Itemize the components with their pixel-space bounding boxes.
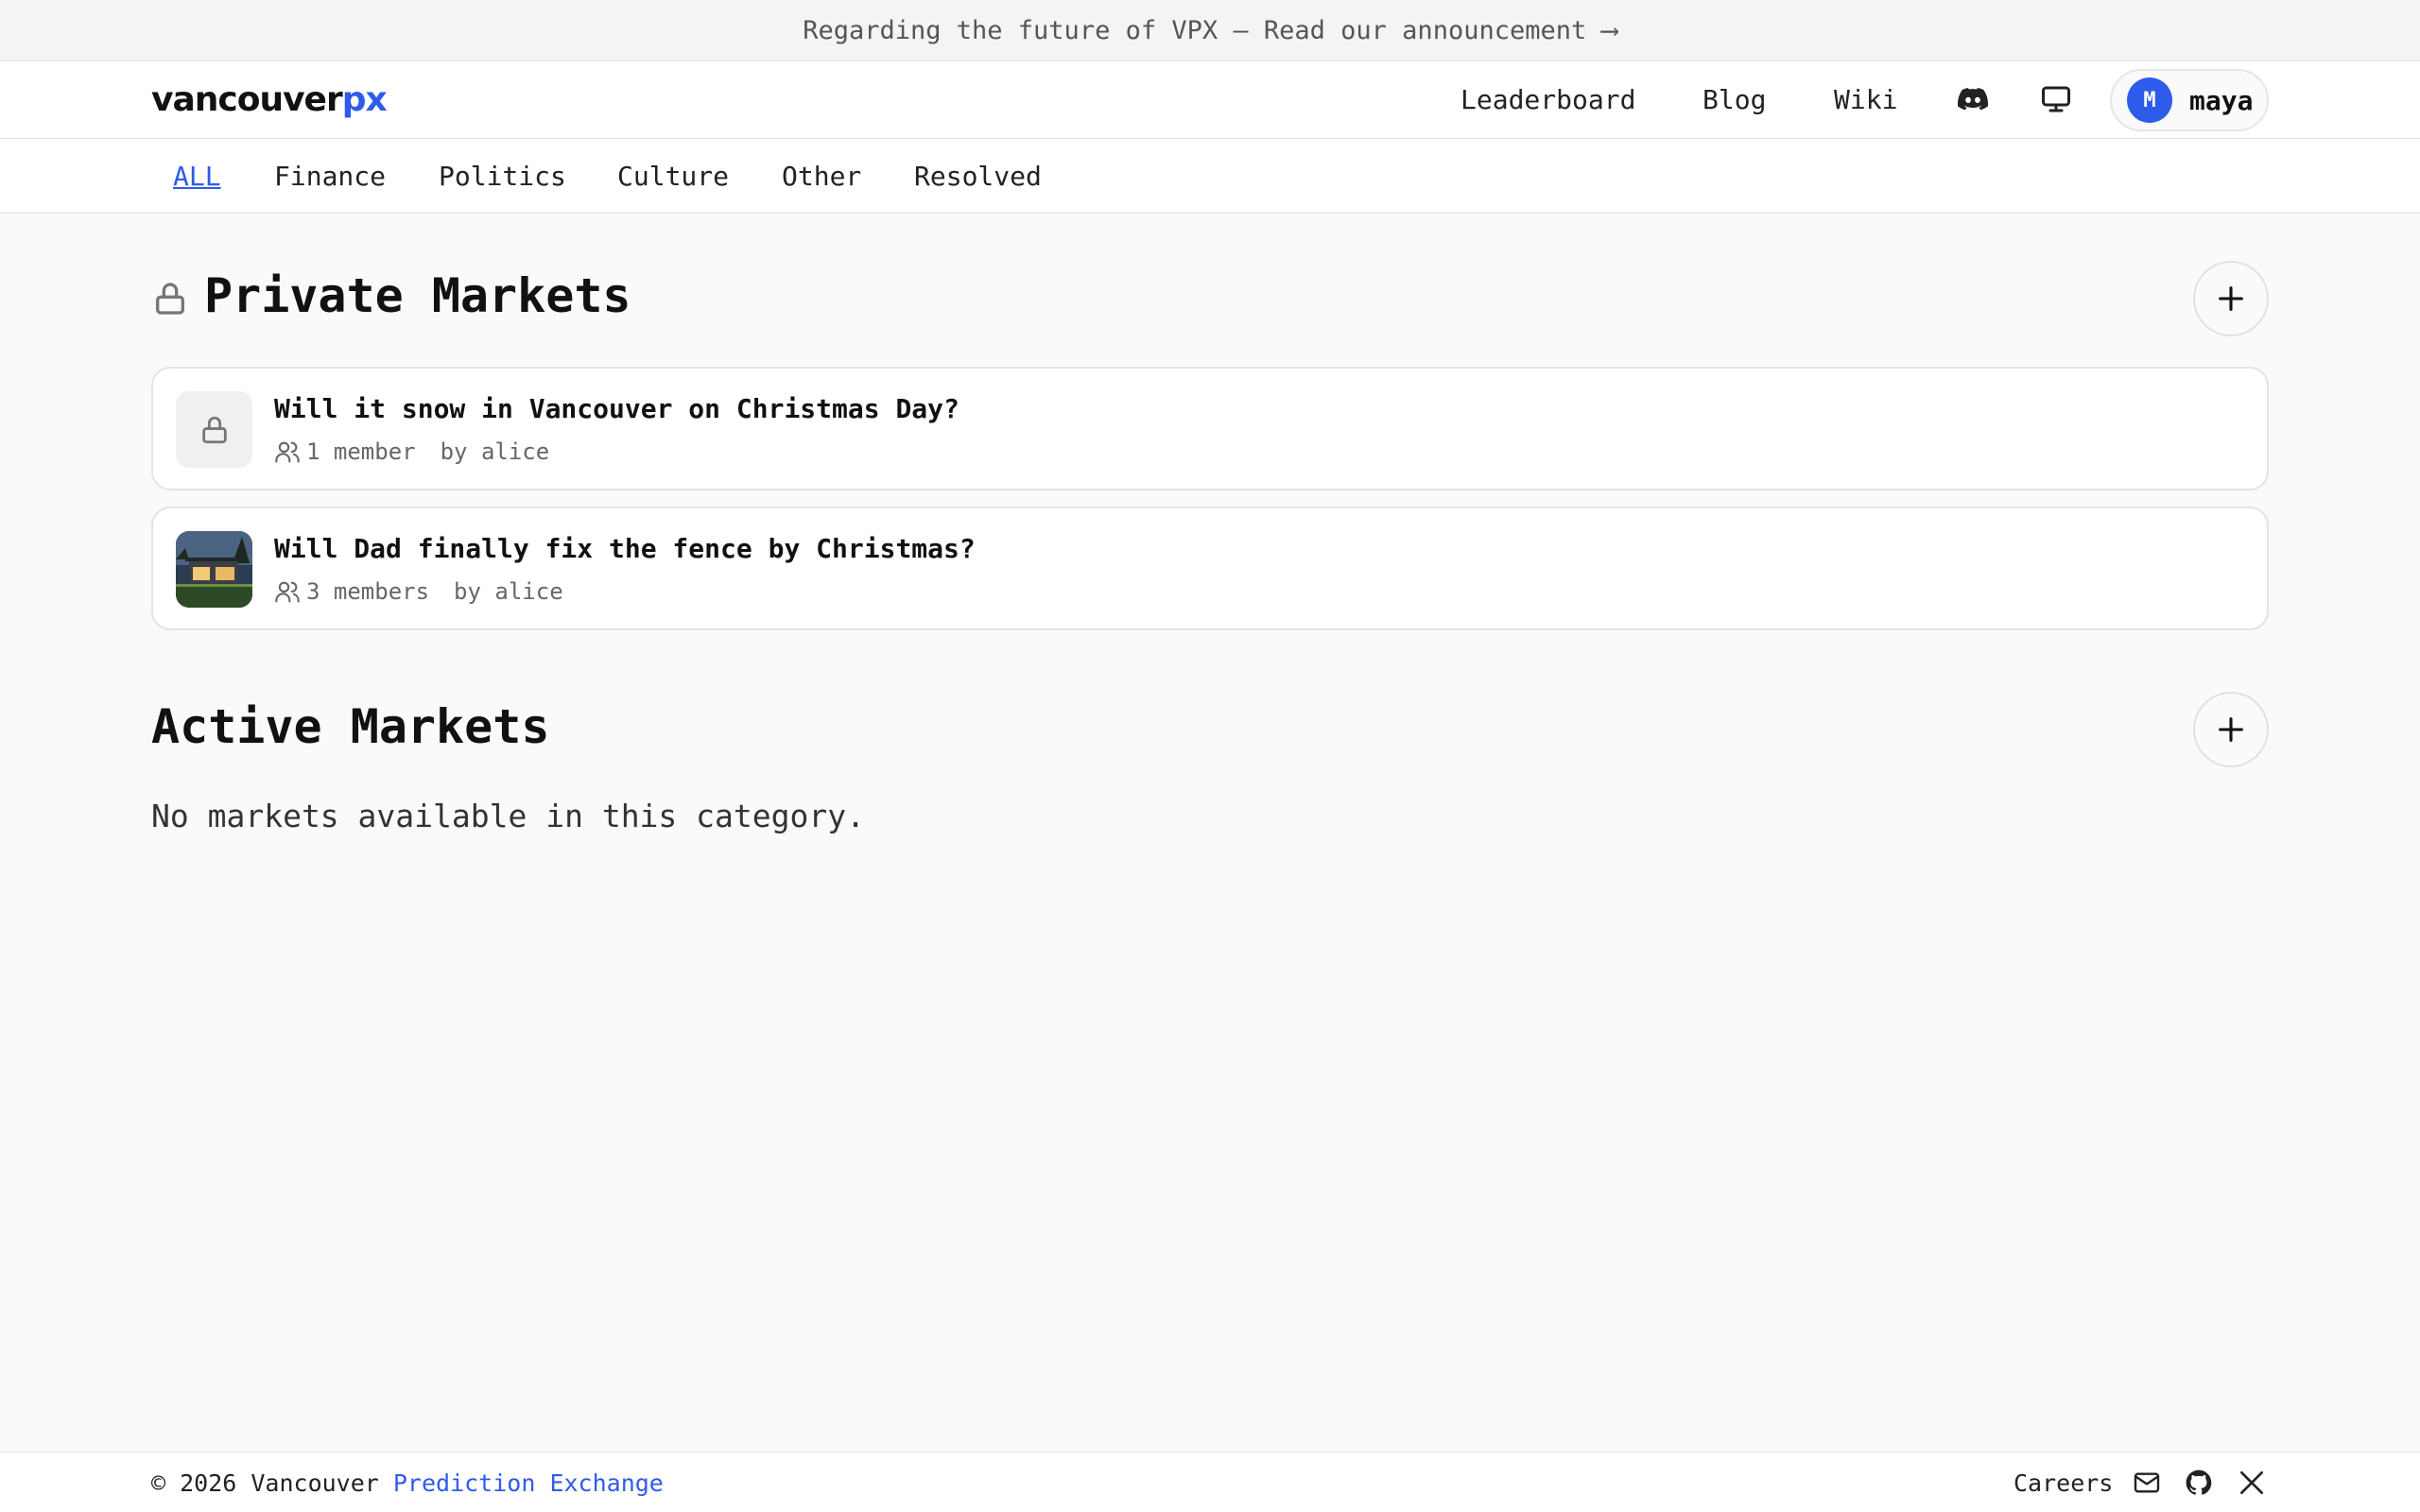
member-count: 1 member	[306, 438, 416, 465]
add-private-market-button[interactable]	[2193, 261, 2269, 336]
market-thumbnail	[176, 391, 252, 468]
tab-finance[interactable]: Finance	[274, 161, 386, 192]
market-card[interactable]: Will it snow in Vancouver on Christmas D…	[151, 367, 2269, 490]
lock-icon	[156, 283, 184, 315]
nav-wiki[interactable]: Wiki	[1834, 84, 1897, 115]
nav-blog[interactable]: Blog	[1703, 84, 1766, 115]
plus-icon	[2219, 717, 2243, 742]
market-card[interactable]: Will Dad finally fix the fence by Christ…	[151, 507, 2269, 630]
tab-all[interactable]: ALL	[173, 161, 221, 192]
announcement-text[interactable]: Regarding the future of VPX — Read our a…	[803, 16, 1617, 45]
copyright: © 2026 Vancouver Prediction Exchange	[151, 1469, 664, 1497]
mail-icon[interactable]	[2132, 1468, 2162, 1498]
nav-leaderboard[interactable]: Leaderboard	[1461, 84, 1635, 115]
active-markets-title: Active Markets	[151, 699, 550, 754]
prediction-exchange-link[interactable]: Prediction Exchange	[393, 1469, 664, 1497]
market-thumbnail	[176, 531, 252, 608]
user-name: maya	[2189, 84, 2254, 116]
site-logo[interactable]: vancouverpx	[151, 80, 388, 119]
market-title: Will it snow in Vancouver on Christmas D…	[274, 393, 959, 424]
x-icon[interactable]	[2237, 1468, 2267, 1498]
users-icon	[275, 581, 300, 603]
member-count: 3 members	[306, 578, 430, 605]
private-markets-title: Private Markets	[204, 268, 631, 323]
add-active-market-button[interactable]	[2193, 692, 2269, 767]
github-icon[interactable]	[2184, 1468, 2214, 1498]
category-tabs: ALL Finance Politics Culture Other Resol…	[0, 139, 2420, 214]
market-meta: 1 member by alice	[274, 438, 549, 465]
careers-link[interactable]: Careers	[2014, 1469, 2113, 1497]
market-author: by alice	[440, 438, 550, 465]
tab-culture[interactable]: Culture	[617, 161, 729, 192]
site-footer: © 2026 Vancouver Prediction Exchange Car…	[0, 1452, 2420, 1512]
house-photo-image	[176, 531, 252, 608]
market-meta: 3 members by alice	[274, 578, 563, 605]
user-menu-button[interactable]: M maya	[2110, 69, 2269, 131]
plus-icon	[2219, 286, 2243, 311]
lock-icon	[201, 416, 227, 443]
avatar: M	[2127, 77, 2172, 123]
tab-politics[interactable]: Politics	[439, 161, 566, 192]
monitor-icon[interactable]	[2039, 82, 2073, 116]
market-title: Will Dad finally fix the fence by Christ…	[274, 533, 976, 564]
site-header: vancouverpx Leaderboard Blog Wiki M maya	[0, 61, 2420, 139]
empty-state-message: No markets available in this category.	[151, 798, 865, 834]
tab-other[interactable]: Other	[782, 161, 861, 192]
tab-resolved[interactable]: Resolved	[914, 161, 1042, 192]
announcement-banner[interactable]: Regarding the future of VPX — Read our a…	[0, 0, 2420, 61]
discord-icon[interactable]	[1956, 82, 1990, 116]
market-author: by alice	[454, 578, 563, 605]
users-icon	[275, 441, 300, 463]
